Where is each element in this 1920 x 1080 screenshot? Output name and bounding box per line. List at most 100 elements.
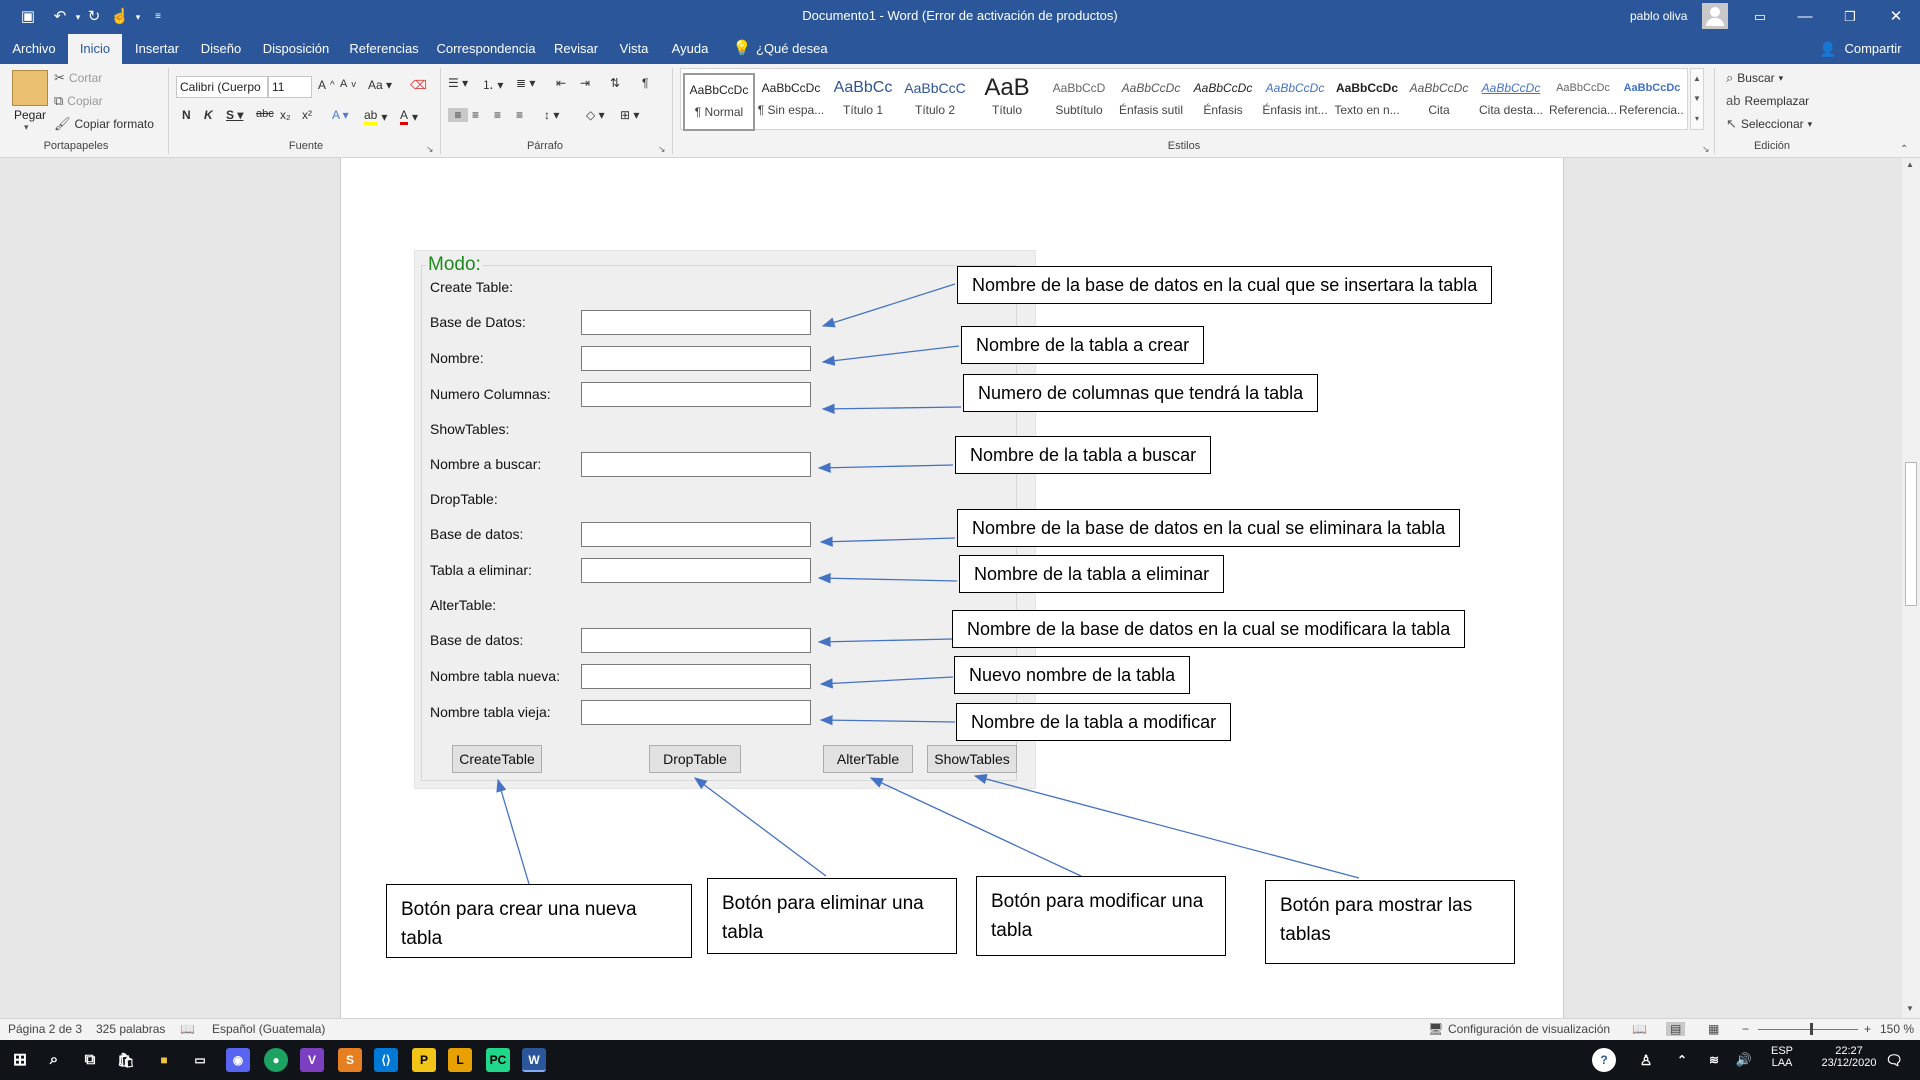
align-right-icon[interactable]: ≡ xyxy=(494,108,501,122)
multilevel-list-icon[interactable]: ≣ ▾ xyxy=(516,76,535,90)
tab-referencias[interactable]: Referencias xyxy=(344,34,424,64)
style-item[interactable]: AaBbCcDc Cita xyxy=(1403,73,1475,131)
zoom-level[interactable]: 150 % xyxy=(1880,1022,1914,1036)
style-item[interactable]: AaBbCcDc Énfasis sutil xyxy=(1115,73,1187,131)
style-item[interactable]: AaBbCcDc ¶ Sin espa... xyxy=(755,73,827,131)
numbering-icon[interactable]: ⒈ ▾ xyxy=(482,76,503,93)
underline-icon[interactable]: S ▾ xyxy=(226,108,243,122)
help-icon[interactable]: ? xyxy=(1592,1048,1616,1072)
read-mode-icon[interactable]: 📖 xyxy=(1632,1022,1647,1036)
chrome-icon[interactable]: ● xyxy=(264,1048,288,1072)
collapse-ribbon-icon[interactable]: ⌃ xyxy=(1900,144,1908,155)
style-item[interactable]: AaBbCcDc Referencia... xyxy=(1547,73,1619,131)
windows-start-icon[interactable]: ⊞ xyxy=(8,1048,32,1072)
style-item[interactable]: AaBbCcD Subtítulo xyxy=(1043,73,1115,131)
justify-icon[interactable]: ≡ xyxy=(516,108,523,122)
style-item[interactable]: AaB Título xyxy=(971,73,1043,131)
discord-icon[interactable]: ◉ xyxy=(226,1048,250,1072)
notification-icon[interactable]: 🗨 xyxy=(1882,1048,1906,1072)
increase-indent-icon[interactable]: ⇥ xyxy=(580,76,590,90)
italic-icon[interactable]: K xyxy=(204,108,213,122)
style-item[interactable]: AaBbCcDc Cita desta... xyxy=(1475,73,1547,131)
minimize-icon[interactable]: — xyxy=(1795,7,1815,27)
style-item[interactable]: AaBbCcDc Énfasis xyxy=(1187,73,1259,131)
language-indicator[interactable]: ESP LAA xyxy=(1770,1045,1794,1069)
close-icon[interactable]: ✕ xyxy=(1886,7,1906,27)
replace-button[interactable]: ab Reemplazar xyxy=(1726,93,1809,108)
subscript-icon[interactable]: x₂ xyxy=(280,108,291,122)
dialog-launcher-icon[interactable]: ↘ xyxy=(658,144,666,155)
dialog-launcher-icon[interactable]: ↘ xyxy=(426,144,434,155)
paste-icon[interactable] xyxy=(12,70,48,106)
tell-me-search[interactable]: ¿Qué desea hacer? xyxy=(756,34,866,86)
shrink-font-icon[interactable]: Av xyxy=(340,78,356,90)
format-painter-button[interactable]: 🖌 Copiar formato xyxy=(54,116,154,132)
tab-ayuda[interactable]: Ayuda xyxy=(664,34,716,64)
align-center-icon[interactable]: ≡ xyxy=(472,108,479,122)
font-color-icon[interactable]: A ▾ xyxy=(400,108,418,125)
notes-icon[interactable]: L xyxy=(448,1048,472,1072)
tab-vista[interactable]: Vista xyxy=(612,34,656,64)
zoom-out-icon[interactable]: − xyxy=(1742,1022,1749,1036)
scroll-down-icon[interactable]: ▼ xyxy=(1906,1004,1914,1013)
file-explorer-icon[interactable]: ■ xyxy=(152,1048,176,1072)
style-item[interactable]: AaBbCcDc ¶ Normal xyxy=(683,73,755,131)
decrease-indent-icon[interactable]: ⇤ xyxy=(556,76,566,90)
pycharm-ce-icon[interactable]: PC xyxy=(486,1048,510,1072)
word-count[interactable]: 325 palabras xyxy=(96,1022,165,1036)
dialog-launcher-icon[interactable]: ↘ xyxy=(1702,144,1710,155)
zoom-slider[interactable] xyxy=(1758,1029,1858,1030)
tab-disposicion[interactable]: Disposición xyxy=(256,34,336,64)
superscript-icon[interactable]: x² xyxy=(302,108,312,122)
page-count[interactable]: Página 2 de 3 xyxy=(8,1022,82,1036)
scroll-up-icon[interactable]: ▲ xyxy=(1906,160,1914,169)
volume-icon[interactable]: 🔊 xyxy=(1732,1048,1756,1072)
text-effects-icon[interactable]: A ▾ xyxy=(332,108,349,122)
change-case-icon[interactable]: Aa ▾ xyxy=(368,78,392,92)
select-button[interactable]: ↖ Seleccionar ▾ xyxy=(1726,116,1812,132)
chevron-down-icon[interactable]: ▾ xyxy=(24,122,29,133)
tab-insertar[interactable]: Insertar xyxy=(128,34,186,64)
align-left-icon[interactable]: ≡ xyxy=(448,108,468,122)
tab-diseno[interactable]: Diseño xyxy=(194,34,248,64)
show-marks-icon[interactable]: ¶ xyxy=(642,76,648,90)
store-icon[interactable]: 🛍 xyxy=(114,1048,138,1072)
borders-icon[interactable]: ⊞ ▾ xyxy=(620,108,639,122)
visual-studio-icon[interactable]: V xyxy=(300,1048,324,1072)
cut-button[interactable]: ✂ Cortar xyxy=(54,70,102,86)
sublime-icon[interactable]: S xyxy=(338,1048,362,1072)
copy-button[interactable]: ⧉ Copiar xyxy=(54,93,103,109)
user-name[interactable]: pablo oliva xyxy=(1630,9,1687,23)
styles-scroll[interactable]: ▲ ▼ ▾ xyxy=(1690,68,1704,130)
display-settings[interactable]: Configuración de visualización xyxy=(1448,1022,1610,1036)
style-item[interactable]: AaBbCcC Título 2 xyxy=(899,73,971,131)
strikethrough-icon[interactable]: abc xyxy=(256,108,274,120)
style-item[interactable]: AaBbCcDc Referencia... xyxy=(1619,73,1685,131)
search-icon[interactable]: ⌕ xyxy=(42,1048,66,1072)
ribbon-display-icon[interactable]: ▭ xyxy=(1750,7,1770,27)
vscode-icon[interactable]: ⟨⟩ xyxy=(374,1048,398,1072)
clock[interactable]: 22:27 23/12/2020 xyxy=(1814,1045,1884,1069)
pycharm-icon[interactable]: P xyxy=(412,1048,436,1072)
paste-button[interactable]: Pegar xyxy=(14,108,46,122)
font-name-select[interactable]: Calibri (Cuerpo xyxy=(176,76,268,98)
clear-format-icon[interactable]: ⌫ xyxy=(410,78,427,92)
document-page[interactable]: Modo: Create Table: Base de Datos: Nombr… xyxy=(340,158,1564,1018)
find-button[interactable]: ⌕ Buscar ▾ xyxy=(1726,70,1783,86)
web-layout-icon[interactable]: ▦ xyxy=(1708,1022,1719,1036)
bold-icon[interactable]: N xyxy=(182,108,191,122)
task-view-icon[interactable]: ⧉ xyxy=(78,1048,102,1072)
style-item[interactable]: AaBbCcDc Énfasis int... xyxy=(1259,73,1331,131)
shading-icon[interactable]: ◇ ▾ xyxy=(586,108,605,122)
line-spacing-icon[interactable]: ↕ ▾ xyxy=(544,108,559,122)
zoom-in-icon[interactable]: + xyxy=(1864,1022,1871,1036)
style-item[interactable]: AaBbCcDc Texto en n... xyxy=(1331,73,1403,131)
tab-revisar[interactable]: Revisar xyxy=(548,34,604,64)
language[interactable]: Español (Guatemala) xyxy=(212,1022,325,1036)
restore-icon[interactable]: ❐ xyxy=(1840,7,1860,27)
people-icon[interactable]: ♙ xyxy=(1634,1048,1658,1072)
tab-inicio[interactable]: Inicio xyxy=(68,34,122,64)
vertical-scrollbar[interactable]: ▲ ▼ xyxy=(1902,158,1920,1018)
highlight-icon[interactable]: ab ▾ xyxy=(364,108,387,125)
grow-font-icon[interactable]: A ^ xyxy=(318,78,335,92)
